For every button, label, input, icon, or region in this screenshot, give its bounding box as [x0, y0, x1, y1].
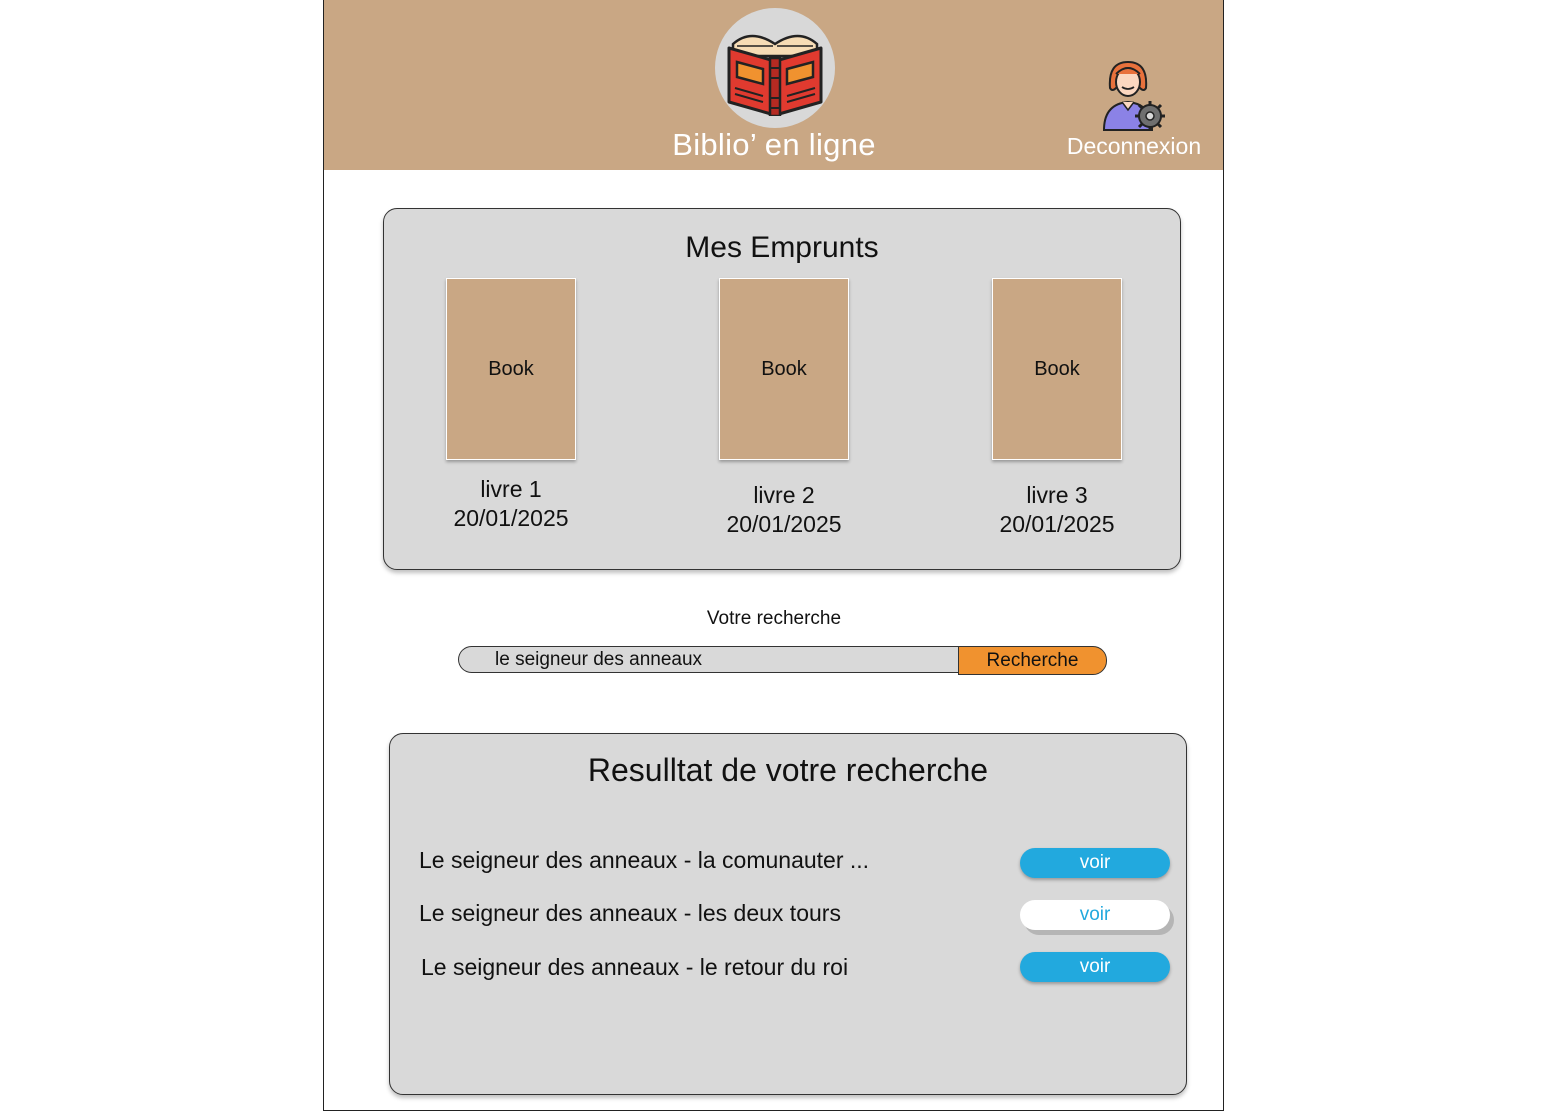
book-due-date: 20/01/2025: [999, 511, 1115, 537]
app-title: Biblio’ en ligne: [672, 127, 876, 162]
header-bar: Biblio’ en ligne Deconnexion: [324, 0, 1223, 170]
view-button[interactable]: voir: [1020, 900, 1170, 930]
book-name: livre 2: [753, 482, 815, 508]
view-button[interactable]: voir: [1020, 952, 1170, 982]
user-settings-icon[interactable]: [1100, 58, 1166, 132]
page-frame: Biblio’ en ligne Deconnexion Mes Emprunt…: [323, 0, 1224, 1111]
book-name: livre 1: [480, 476, 542, 502]
loan-item: Book livre 1 20/01/2025: [446, 278, 576, 531]
loan-item: Book livre 3 20/01/2025: [992, 278, 1122, 537]
logo[interactable]: [715, 8, 835, 128]
results-title: Resulltat de votre recherche: [587, 752, 989, 788]
view-button[interactable]: voir: [1020, 848, 1170, 878]
search-button[interactable]: Recherche: [958, 646, 1107, 675]
book-cover[interactable]: Book: [992, 278, 1122, 460]
result-title: Le seigneur des anneaux - la comunauter …: [419, 847, 870, 873]
loan-item: Book livre 2 20/01/2025: [719, 278, 849, 537]
open-book-icon: [727, 34, 823, 116]
book-name: livre 3: [1026, 482, 1088, 508]
loans-panel: Mes Emprunts Book livre 1 20/01/2025 Boo…: [383, 208, 1181, 570]
result-title: Le seigneur des anneaux - le retour du r…: [421, 954, 849, 980]
book-due-date: 20/01/2025: [726, 511, 842, 537]
result-title: Le seigneur des anneaux - les deux tours: [419, 900, 841, 926]
search-label: Votre recherche: [706, 608, 842, 629]
search-input[interactable]: [458, 646, 958, 673]
logout-button[interactable]: Deconnexion: [1054, 133, 1214, 160]
results-panel: Resulltat de votre recherche Le seigneur…: [389, 733, 1187, 1095]
book-cover[interactable]: Book: [719, 278, 849, 460]
book-due-date: 20/01/2025: [453, 505, 569, 531]
loans-title: Mes Emprunts: [685, 231, 879, 264]
book-cover[interactable]: Book: [446, 278, 576, 460]
